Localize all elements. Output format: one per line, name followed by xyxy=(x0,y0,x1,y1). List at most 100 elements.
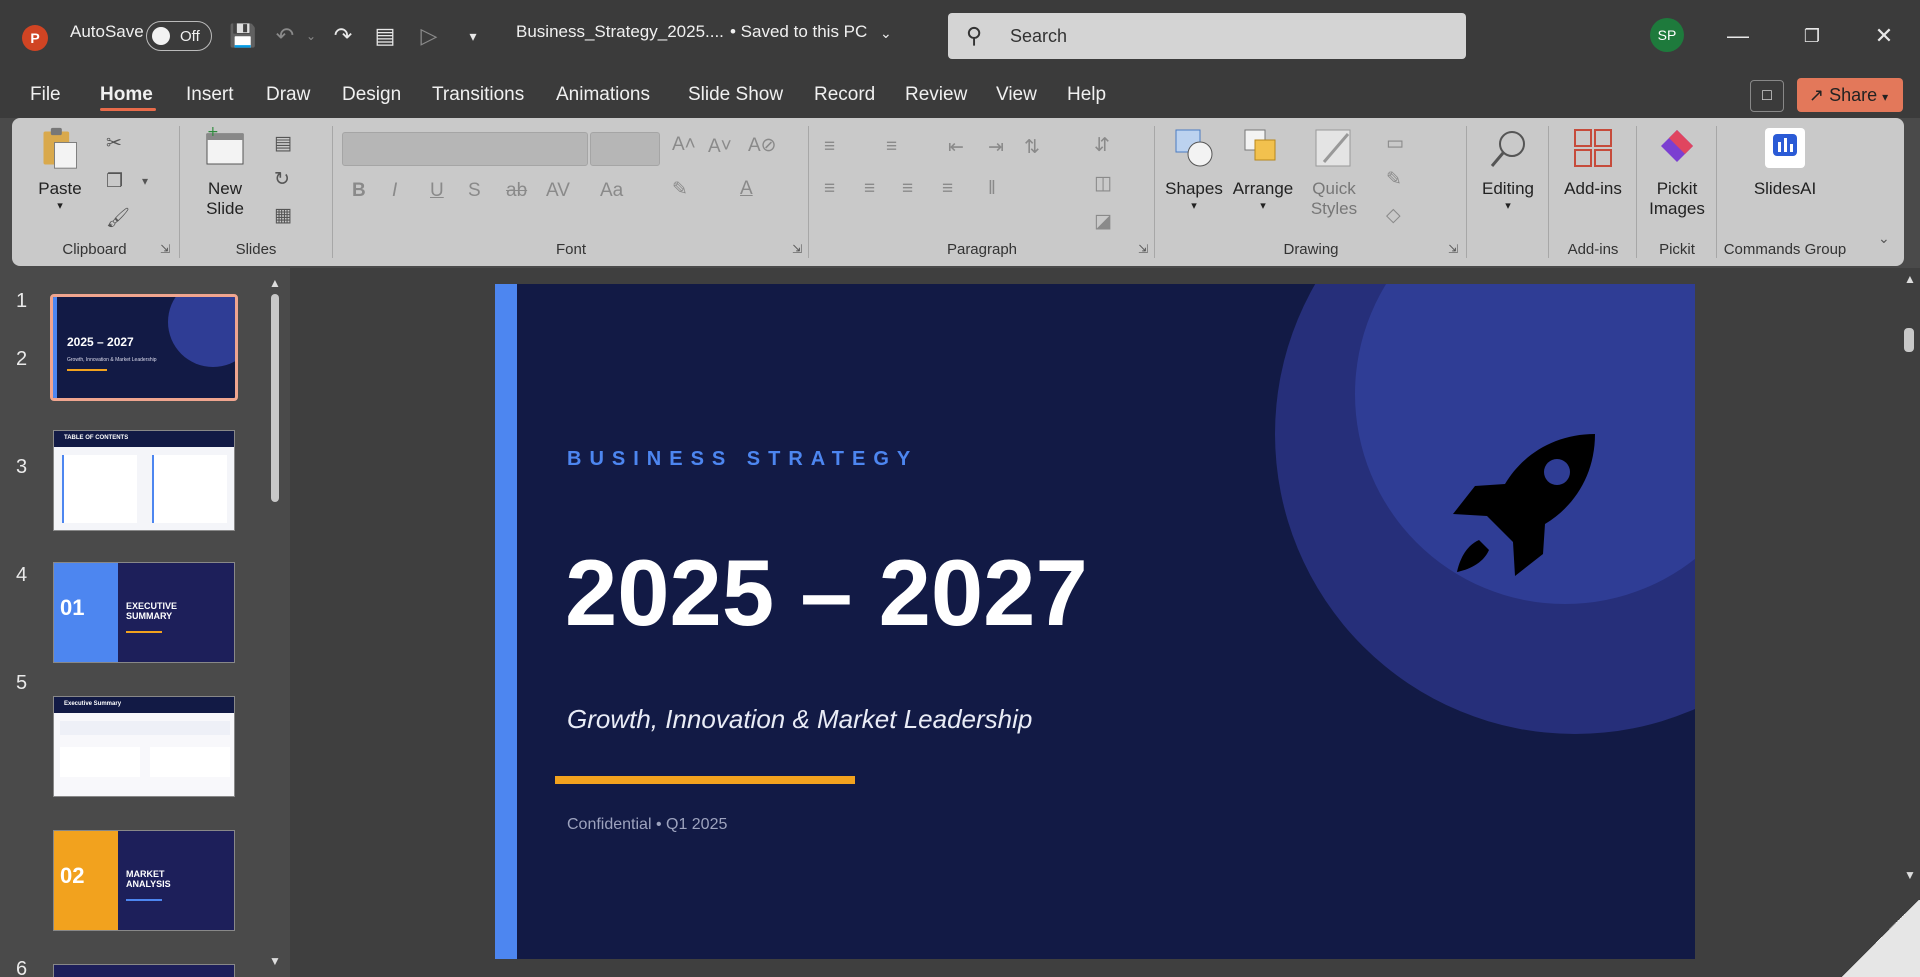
search-placeholder: Search xyxy=(1010,26,1068,46)
autosave-toggle[interactable]: Off xyxy=(146,21,212,51)
align-left-icon[interactable]: ≡ xyxy=(824,178,835,200)
new-slide-button[interactable]: + New Slide xyxy=(190,124,260,219)
editing-dropdown-icon: ▾ xyxy=(1505,200,1511,212)
shape-outline-icon[interactable]: ✎ xyxy=(1386,168,1402,191)
present-from-beginning-icon[interactable]: ▤ xyxy=(370,20,400,52)
minimize-icon[interactable]: — xyxy=(1718,18,1758,54)
tab-insert[interactable]: Insert xyxy=(186,84,234,106)
tab-view[interactable]: View xyxy=(996,84,1037,106)
customize-toolbar-icon[interactable]: ▾ xyxy=(458,20,488,52)
character-spacing-icon[interactable]: AV xyxy=(546,180,570,202)
restore-icon[interactable]: ❐ xyxy=(1792,18,1832,54)
tab-help[interactable]: Help xyxy=(1067,84,1106,106)
columns-icon[interactable]: ‖ xyxy=(988,178,996,200)
shadow-icon[interactable]: S xyxy=(468,180,481,202)
increase-font-size-icon[interactable]: A˄ xyxy=(672,134,696,156)
tab-design[interactable]: Design xyxy=(342,84,401,106)
section-icon[interactable]: ▦ xyxy=(274,204,292,227)
tab-record[interactable]: Record xyxy=(814,84,875,106)
scroll-down-icon[interactable]: ▼ xyxy=(269,954,281,968)
scrollbar-thumb[interactable] xyxy=(1904,328,1914,352)
chevron-down-icon[interactable]: ⌄ xyxy=(880,25,892,42)
slide-canvas[interactable]: BUSINESS STRATEGY 2025 – 2027 Growth, In… xyxy=(495,284,1695,959)
tab-file[interactable]: File xyxy=(30,84,61,106)
undo-dropdown-icon[interactable]: ⌄ xyxy=(296,20,326,52)
present-from-current-icon[interactable]: ▷ xyxy=(414,20,444,52)
format-painter-icon[interactable]: 🖌 xyxy=(106,206,130,230)
copy-dropdown-icon[interactable]: ▾ xyxy=(142,174,148,188)
paragraph-launcher-icon[interactable]: ⇲ xyxy=(1138,242,1148,256)
scroll-up-icon[interactable]: ▲ xyxy=(269,276,281,290)
tab-draw[interactable]: Draw xyxy=(266,84,310,106)
convert-to-smartart-icon[interactable]: ◪ xyxy=(1094,210,1112,233)
tab-animations[interactable]: Animations xyxy=(556,84,650,106)
slide-thumbnail-1[interactable]: 2025 – 2027 Growth, Innovation & Market … xyxy=(50,294,238,401)
scroll-up-icon[interactable]: ▲ xyxy=(1904,272,1916,286)
ribbon-divider xyxy=(1636,126,1637,258)
line-spacing-icon[interactable]: ⇅ xyxy=(1024,136,1040,159)
avatar[interactable]: SP xyxy=(1650,18,1684,52)
strikethrough-icon[interactable]: ab xyxy=(506,180,527,202)
tab-transitions[interactable]: Transitions xyxy=(432,84,524,106)
numbering-icon[interactable]: ≡ xyxy=(886,136,897,158)
font-group: A˄ A˅ A⊘ B I U S ab AV Aa ✎ A Font ⇲ xyxy=(336,122,806,262)
shapes-button[interactable]: Shapes ▾ xyxy=(1162,126,1226,212)
font-family-select[interactable] xyxy=(342,132,588,166)
arrange-button[interactable]: Arrange ▾ xyxy=(1228,126,1298,212)
slidesai-button[interactable]: SlidesAI xyxy=(1740,126,1830,199)
tab-slide-show[interactable]: Slide Show xyxy=(688,84,783,106)
underline-icon[interactable]: U xyxy=(430,180,444,202)
shape-fill-icon[interactable]: ▭ xyxy=(1386,132,1404,155)
reset-slide-icon[interactable]: ↻ xyxy=(274,168,290,191)
decrease-indent-icon[interactable]: ⇤ xyxy=(948,136,964,159)
increase-indent-icon[interactable]: ⇥ xyxy=(988,136,1004,159)
bullets-icon[interactable]: ≡ xyxy=(824,136,835,158)
add-ins-button[interactable]: Add-ins xyxy=(1552,126,1634,199)
quick-styles-button[interactable]: Quick Styles xyxy=(1298,126,1370,219)
search-input[interactable]: ⚲ Search xyxy=(948,13,1466,59)
slide-thumbnail-3[interactable]: 01 EXECUTIVE SUMMARY xyxy=(53,562,235,663)
italic-icon[interactable]: I xyxy=(392,180,397,202)
bold-icon[interactable]: B xyxy=(352,180,366,202)
tab-home[interactable]: Home xyxy=(100,84,153,106)
share-button[interactable]: ↗ Share ▾ xyxy=(1797,78,1903,112)
copy-icon[interactable]: ❐ xyxy=(106,170,123,193)
shape-effects-icon[interactable]: ◇ xyxy=(1386,204,1401,227)
align-right-icon[interactable]: ≡ xyxy=(902,178,913,200)
ribbon-divider xyxy=(1716,126,1717,258)
text-direction-icon[interactable]: ⇵ xyxy=(1094,134,1110,157)
clear-formatting-icon[interactable]: A⊘ xyxy=(748,134,777,157)
slide-thumbnail-4[interactable]: Executive Summary xyxy=(53,696,235,797)
shapes-dropdown-icon: ▾ xyxy=(1191,200,1197,212)
align-text-icon[interactable]: ◫ xyxy=(1094,172,1112,195)
align-center-icon[interactable]: ≡ xyxy=(864,178,875,200)
slide-thumbnail-5[interactable]: 02 MARKET ANALYSIS xyxy=(53,830,235,931)
save-status[interactable]: • Saved to this PC xyxy=(730,22,867,42)
thumbnails-scrollbar[interactable]: ▲ ▼ xyxy=(268,276,281,968)
drawing-launcher-icon[interactable]: ⇲ xyxy=(1448,242,1458,256)
clipboard-launcher-icon[interactable]: ⇲ xyxy=(160,242,170,256)
scroll-down-icon[interactable]: ▼ xyxy=(1904,868,1916,882)
paste-button[interactable]: Paste ▾ xyxy=(30,126,90,212)
save-icon[interactable]: 💾 xyxy=(228,20,258,52)
comments-button[interactable]: □ xyxy=(1750,80,1784,112)
font-launcher-icon[interactable]: ⇲ xyxy=(792,242,802,256)
editor-scrollbar[interactable]: ▲ ▼ xyxy=(1898,268,1920,888)
change-case-icon[interactable]: Aa xyxy=(600,180,623,202)
editing-button[interactable]: Editing ▾ xyxy=(1470,126,1546,212)
layout-icon[interactable]: ▤ xyxy=(274,132,292,155)
font-size-select[interactable] xyxy=(590,132,660,166)
highlight-color-icon[interactable]: ✎ xyxy=(672,178,688,201)
font-color-icon[interactable]: A xyxy=(740,178,753,200)
scrollbar-thumb[interactable] xyxy=(271,294,279,502)
slide-thumbnail-2[interactable]: TABLE OF CONTENTS xyxy=(53,430,235,531)
redo-icon[interactable]: ↷ xyxy=(328,20,358,52)
decrease-font-size-icon[interactable]: A˅ xyxy=(708,136,732,158)
cut-icon[interactable]: ✂ xyxy=(106,132,122,155)
collapse-ribbon-icon[interactable]: ⌄ xyxy=(1878,230,1890,247)
close-icon[interactable]: ✕ xyxy=(1864,18,1904,54)
tab-review[interactable]: Review xyxy=(905,84,967,106)
pickit-images-button[interactable]: Pickit Images xyxy=(1640,126,1714,219)
slide-thumbnail-6[interactable] xyxy=(53,964,235,977)
justify-icon[interactable]: ≡ xyxy=(942,178,953,200)
